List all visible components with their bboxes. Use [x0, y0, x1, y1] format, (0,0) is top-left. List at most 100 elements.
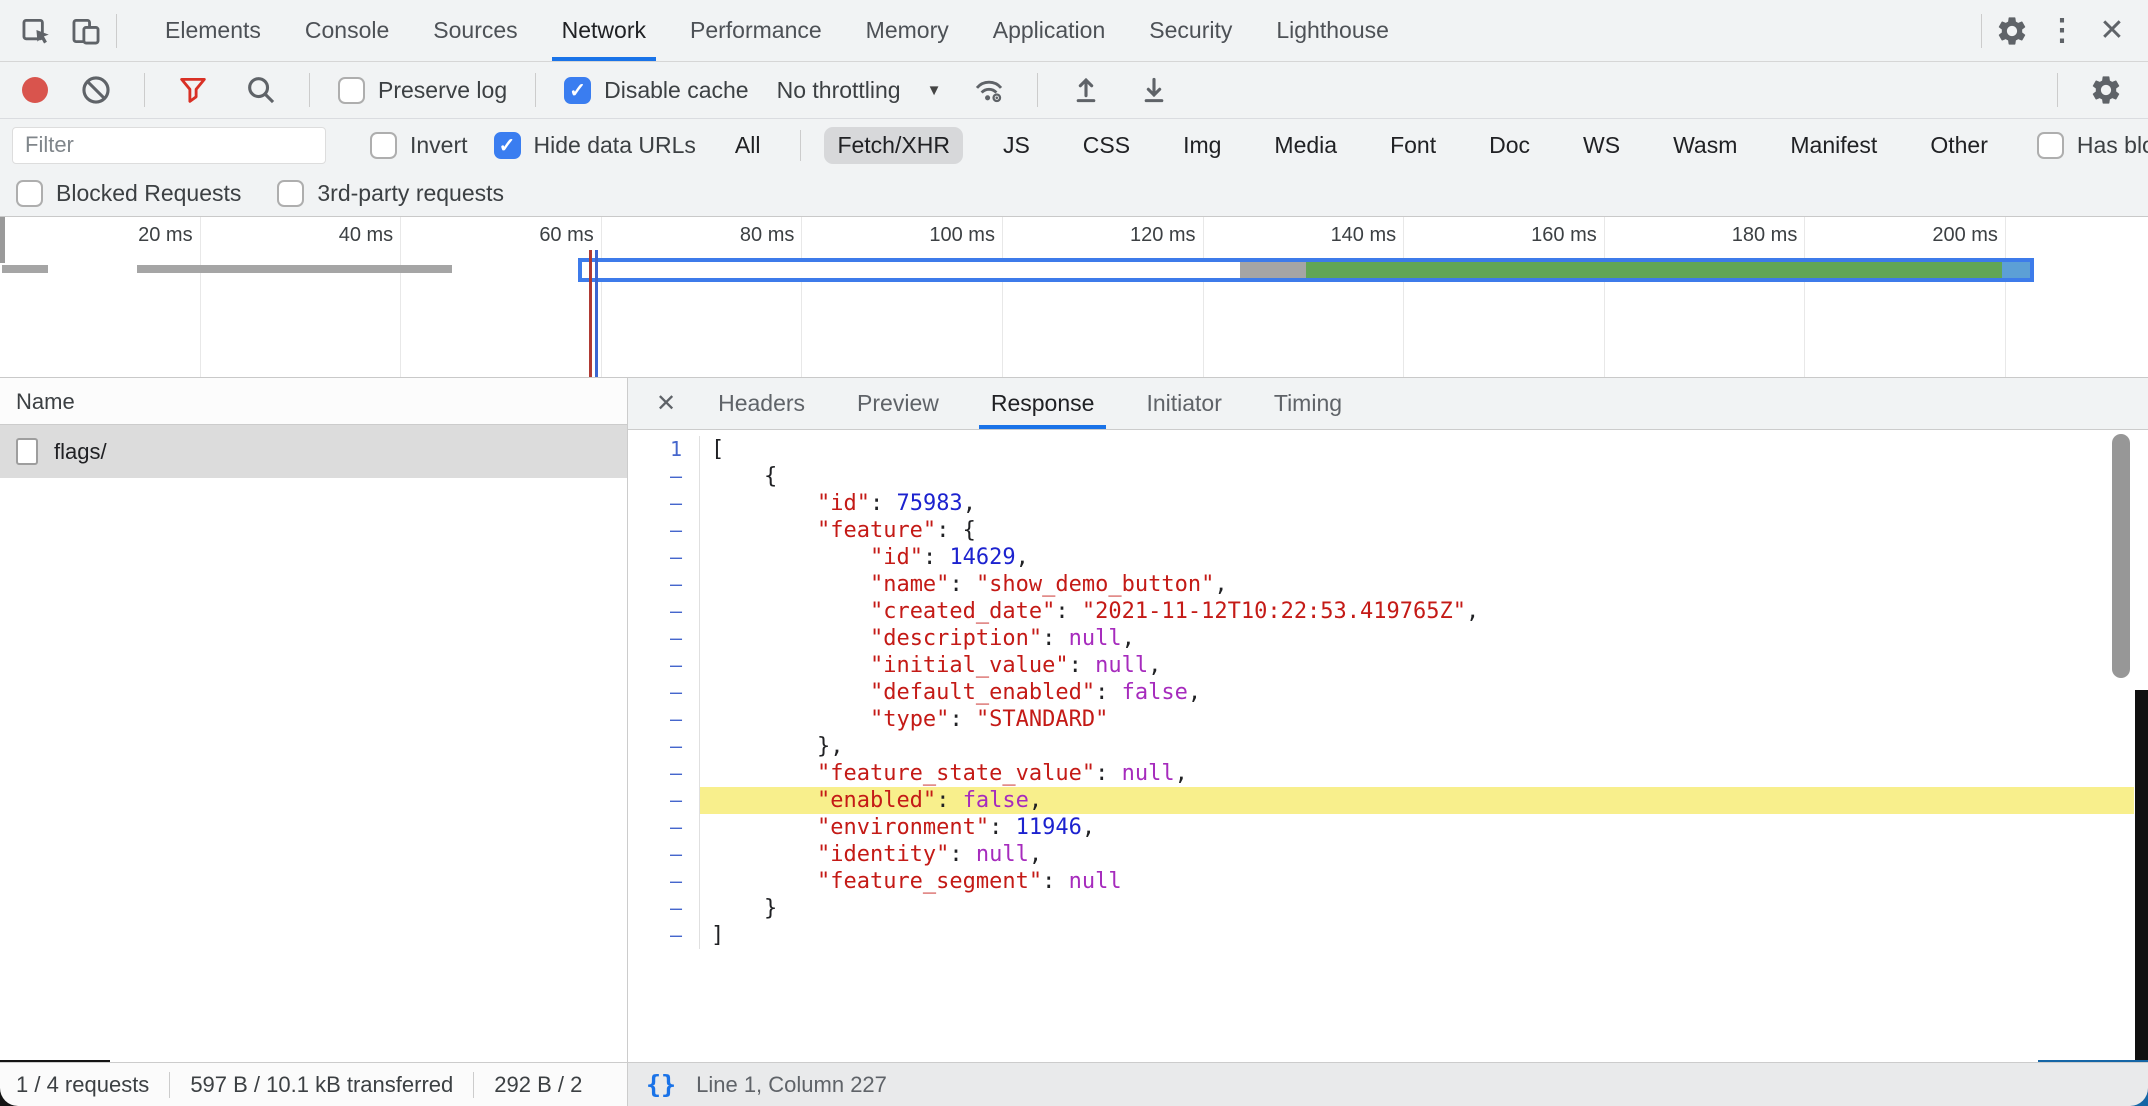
disable-cache-checkbox[interactable]: [564, 77, 591, 104]
code-line: – },: [628, 733, 2148, 760]
main-tab[interactable]: Elements: [155, 0, 271, 61]
response-viewer: 1 [ – { – "id": 75983,: [628, 430, 2148, 1062]
request-doc-icon: [16, 438, 38, 465]
network-settings-gear-icon[interactable]: [2086, 70, 2126, 110]
resource-type-filter[interactable]: Other: [1917, 127, 2001, 164]
main-tab[interactable]: Lighthouse: [1266, 0, 1399, 61]
search-icon[interactable]: [241, 70, 281, 110]
code-token: },: [711, 734, 843, 759]
code-token: [711, 761, 817, 786]
line-gutter: –: [628, 598, 700, 625]
resource-type-filter[interactable]: Font: [1377, 127, 1449, 164]
waterfall-bar-flags[interactable]: [578, 258, 2034, 282]
code-token: "feature": [817, 518, 936, 543]
blocked-requests-label: Blocked Requests: [56, 180, 241, 207]
clear-icon[interactable]: [76, 70, 116, 110]
devtools-window: Elements Console Sources Network Perform…: [0, 0, 2148, 1106]
resource-type-filter[interactable]: CSS: [1070, 127, 1143, 164]
main-tab[interactable]: Performance: [680, 0, 832, 61]
code-token: "STANDARD": [976, 707, 1108, 732]
code-token: [711, 788, 817, 813]
third-party-requests-checkbox[interactable]: [277, 180, 304, 207]
blocked-requests-checkbox[interactable]: [16, 180, 43, 207]
device-toolbar-icon[interactable]: [66, 11, 106, 51]
ruler-tick: 100 ms: [802, 217, 1003, 377]
load-event-line: [589, 250, 592, 377]
code-token: :: [1055, 599, 1082, 624]
network-overview[interactable]: 20 ms 40 ms 60 ms 80 ms 100 ms 120 ms 14…: [0, 217, 2148, 378]
settings-gear-icon[interactable]: [1992, 11, 2032, 51]
preserve-log-checkbox[interactable]: [338, 77, 365, 104]
code-line: – "default_enabled": false,: [628, 679, 2148, 706]
code-token: [711, 653, 870, 678]
divider: [309, 73, 310, 107]
third-party-requests-label: 3rd-party requests: [317, 180, 504, 207]
resource-type-filter[interactable]: JS: [990, 127, 1043, 164]
resource-type-filter[interactable]: Media: [1261, 127, 1350, 164]
close-detail-icon[interactable]: ✕: [640, 378, 692, 429]
code-token: [711, 599, 870, 624]
name-column-header[interactable]: Name: [0, 378, 627, 425]
pretty-print-icon[interactable]: {}: [646, 1070, 676, 1099]
code-text: "enabled": false,: [700, 787, 2134, 814]
close-devtools-icon[interactable]: ✕: [2092, 11, 2132, 51]
waterfall-bar-other: [2, 265, 48, 273]
ruler-tick: 140 ms: [1204, 217, 1405, 377]
has-blocked-cookies-checkbox[interactable]: [2037, 132, 2064, 159]
network-conditions-icon[interactable]: [969, 70, 1009, 110]
detail-tab[interactable]: Headers: [706, 378, 817, 429]
detail-tab[interactable]: Initiator: [1134, 378, 1233, 429]
main-tab[interactable]: Sources: [423, 0, 527, 61]
line-gutter: –: [628, 625, 700, 652]
resource-type-filter[interactable]: Fetch/XHR: [824, 127, 962, 164]
main-tab[interactable]: Console: [295, 0, 399, 61]
invert-checkbox[interactable]: [370, 132, 397, 159]
code-token: "name": [870, 572, 949, 597]
import-har-icon[interactable]: [1066, 70, 1106, 110]
code-token: 11946: [1016, 815, 1082, 840]
detail-tab[interactable]: Response: [979, 378, 1107, 429]
main-tab[interactable]: Network: [552, 0, 656, 61]
inspect-element-icon[interactable]: [16, 11, 56, 51]
code-token: :: [949, 572, 976, 597]
resource-type-filter[interactable]: All: [722, 127, 774, 164]
resource-type-filter[interactable]: Img: [1170, 127, 1234, 164]
scrollbar-thumb[interactable]: [2112, 434, 2130, 678]
filter-funnel-icon[interactable]: [173, 70, 213, 110]
code-token: ,: [1016, 545, 1029, 570]
code-token: "type": [870, 707, 949, 732]
code-token: "id": [870, 545, 923, 570]
throttling-value: No throttling: [777, 77, 901, 104]
main-tab[interactable]: Security: [1139, 0, 1242, 61]
code-text: }: [700, 895, 2134, 922]
detail-tab[interactable]: Preview: [845, 378, 951, 429]
more-options-kebab-icon[interactable]: ⋮: [2042, 11, 2082, 51]
resource-type-filter[interactable]: WS: [1570, 127, 1633, 164]
code-token: ]: [711, 923, 724, 948]
detail-tabs: Headers Preview Response Initiator Timin…: [692, 378, 1368, 429]
source-status: {} Line 1, Column 227: [628, 1063, 2148, 1106]
filter-input[interactable]: [12, 127, 326, 164]
request-row[interactable]: flags/: [0, 425, 627, 478]
resource-type-filter[interactable]: Manifest: [1777, 127, 1890, 164]
main-tab[interactable]: Memory: [856, 0, 959, 61]
code-token: false: [963, 788, 1029, 813]
hide-data-urls-checkbox[interactable]: [494, 132, 521, 159]
code-token: :: [923, 545, 950, 570]
line-gutter: –: [628, 571, 700, 598]
code-token: :: [870, 491, 897, 516]
main-tab[interactable]: Application: [983, 0, 1116, 61]
record-button[interactable]: [22, 77, 48, 103]
code-token: :: [1042, 869, 1069, 894]
code-line: – "id": 14629,: [628, 544, 2148, 571]
throttling-select[interactable]: No throttling ▼: [777, 77, 942, 104]
line-gutter: –: [628, 652, 700, 679]
overview-ruler: 20 ms 40 ms 60 ms 80 ms 100 ms 120 ms 14…: [0, 217, 2148, 377]
code-token: "feature_segment": [817, 869, 1042, 894]
requests-table: Name flags/: [0, 378, 628, 1062]
export-har-icon[interactable]: [1134, 70, 1174, 110]
code-token: :: [936, 788, 963, 813]
resource-type-filter[interactable]: Wasm: [1660, 127, 1750, 164]
resource-type-filter[interactable]: Doc: [1476, 127, 1543, 164]
detail-tab[interactable]: Timing: [1262, 378, 1354, 429]
